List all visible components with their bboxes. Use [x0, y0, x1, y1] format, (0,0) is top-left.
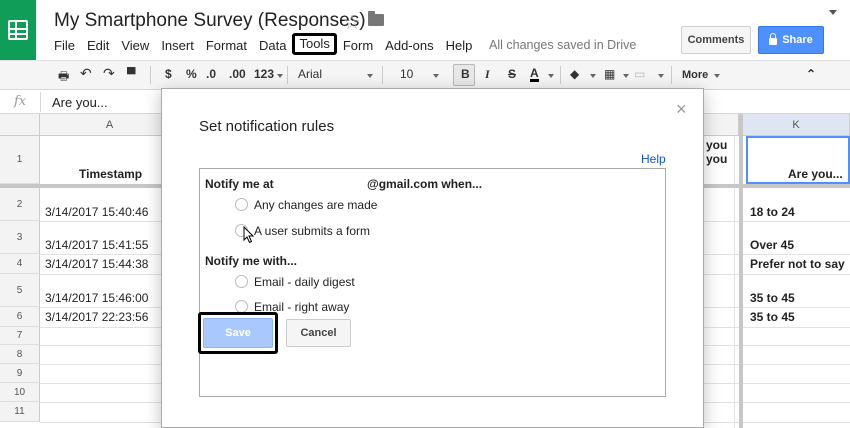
cell-a4[interactable]: 3/14/2017 15:44:38	[45, 257, 148, 271]
merge-cells-icon[interactable]: ▭	[634, 67, 645, 81]
text-color-button[interactable]: A	[530, 67, 539, 82]
row-header-11[interactable]: 11	[0, 402, 40, 422]
decrease-decimal-button[interactable]: .0	[206, 67, 216, 81]
save-status: All changes saved in Drive	[489, 38, 637, 52]
chevron-down-icon	[590, 74, 596, 78]
menu-view[interactable]: View	[115, 36, 155, 55]
row-header-7[interactable]: 7	[0, 327, 40, 345]
increase-decimal-button[interactable]: .00	[229, 67, 246, 81]
menu-bar: File Edit View Insert Format Data Tools …	[48, 33, 479, 55]
paint-format-icon[interactable]: ▀	[127, 67, 136, 81]
row-header-6[interactable]: 6	[0, 307, 40, 327]
row-header-9[interactable]: 9	[0, 364, 40, 383]
row-header-1[interactable]: 1	[0, 136, 40, 184]
menu-help[interactable]: Help	[440, 36, 479, 55]
cell-k6[interactable]: 35 to 45	[750, 310, 795, 324]
menu-edit[interactable]: Edit	[81, 36, 115, 55]
font-family-select[interactable]: Arial	[298, 67, 322, 81]
radio-daily-digest[interactable]	[235, 275, 248, 288]
dialog-title: Set notification rules	[199, 118, 335, 135]
lock-icon	[769, 33, 778, 45]
cancel-button[interactable]: Cancel	[286, 319, 351, 347]
menu-file[interactable]: File	[48, 36, 81, 55]
menu-form[interactable]: Form	[337, 36, 379, 55]
chevron-down-icon	[277, 74, 283, 78]
currency-format-button[interactable]: $	[165, 67, 172, 81]
chevron-down-icon	[714, 74, 720, 78]
radio-any-changes[interactable]	[235, 198, 248, 211]
share-label: Share	[782, 34, 813, 46]
cell-k3[interactable]: Over 45	[750, 238, 794, 252]
frozen-column-divider[interactable]	[739, 114, 743, 428]
chevron-down-icon	[433, 74, 439, 78]
font-size-select[interactable]: 10	[400, 67, 413, 81]
menu-format[interactable]: Format	[200, 36, 253, 55]
radio-daily-digest-label[interactable]: Email - daily digest	[254, 275, 355, 289]
menu-tools[interactable]: Tools	[292, 33, 337, 55]
menu-addons[interactable]: Add-ons	[379, 36, 439, 55]
row-header-10[interactable]: 10	[0, 383, 40, 402]
formula-input[interactable]: Are you...	[52, 95, 108, 110]
radio-any-changes-label[interactable]: Any changes are made	[254, 198, 377, 212]
close-icon[interactable]: ×	[676, 99, 687, 120]
column-header-a[interactable]: A	[40, 114, 180, 136]
document-title[interactable]: My Smartphone Survey (Responses)	[54, 10, 366, 32]
toolbar: 🖶 ↶ ↷ ▀ $ % .0 .00 123 Arial 10 B I S A …	[0, 60, 850, 90]
row-header-5[interactable]: 5	[0, 274, 40, 307]
chevron-down-icon	[367, 74, 373, 78]
radio-form-submit-label[interactable]: A user submits a form	[254, 224, 370, 238]
share-button[interactable]: Share	[758, 26, 824, 54]
undo-icon[interactable]: ↶	[80, 65, 92, 82]
italic-button[interactable]: I	[485, 67, 490, 82]
chevron-down-icon	[548, 74, 554, 78]
notify-at-email: @gmail.com when...	[367, 177, 483, 191]
cell-k4[interactable]: Prefer not to say	[750, 257, 845, 271]
cell-a2[interactable]: 3/14/2017 15:40:46	[45, 205, 148, 219]
cell-a1[interactable]: Timestamp	[79, 167, 142, 181]
number-format-button[interactable]: 123	[254, 67, 274, 81]
mouse-cursor-icon	[243, 226, 255, 244]
star-icon[interactable]: ☆	[343, 10, 361, 35]
select-all-corner[interactable]	[0, 114, 40, 136]
bold-button[interactable]: B	[461, 67, 470, 81]
help-link[interactable]: Help	[641, 152, 666, 166]
comments-button[interactable]: Comments	[681, 26, 751, 54]
cell-k2[interactable]: 18 to 24	[750, 205, 795, 219]
cell-a3[interactable]: 3/14/2017 15:41:55	[45, 238, 148, 252]
row-header-4[interactable]: 4	[0, 254, 40, 274]
menu-insert[interactable]: Insert	[155, 36, 200, 55]
chevron-down-icon[interactable]	[829, 10, 837, 15]
menu-data[interactable]: Data	[253, 36, 292, 55]
cell-a5[interactable]: 3/14/2017 15:46:00	[45, 291, 148, 305]
sheets-logo[interactable]	[0, 0, 36, 60]
cell-k1[interactable]: Are you...	[788, 167, 843, 181]
borders-icon[interactable]: ▦	[604, 67, 615, 81]
cell-k5[interactable]: 35 to 45	[750, 291, 795, 305]
folder-icon[interactable]	[368, 11, 384, 26]
redo-icon[interactable]: ↷	[103, 65, 115, 82]
notify-at-label: Notify me at	[205, 177, 274, 191]
column-header-k[interactable]: K	[743, 114, 850, 136]
notify-with-label: Notify me with...	[205, 254, 298, 268]
strikethrough-button[interactable]: S	[508, 67, 516, 81]
more-button[interactable]: More	[682, 69, 708, 81]
percent-format-button[interactable]: %	[186, 67, 197, 81]
row-header-2[interactable]: 2	[0, 188, 40, 221]
print-icon[interactable]: 🖶	[58, 67, 69, 88]
cell-j1-line2[interactable]: you	[706, 152, 727, 166]
row-header-8[interactable]: 8	[0, 345, 40, 364]
fill-color-icon[interactable]: ◆	[570, 67, 579, 81]
chevron-down-icon	[658, 74, 664, 78]
row-header-3[interactable]: 3	[0, 221, 40, 254]
sheets-grid-icon	[8, 20, 28, 40]
collapse-icon[interactable]: ⌃	[806, 67, 816, 81]
cell-a6[interactable]: 3/14/2017 22:23:56	[45, 310, 148, 324]
save-button[interactable]: Save	[203, 318, 273, 348]
chevron-down-icon	[623, 74, 629, 78]
cell-j1-line1[interactable]: you	[706, 138, 727, 152]
fx-icon: fx	[14, 94, 27, 109]
